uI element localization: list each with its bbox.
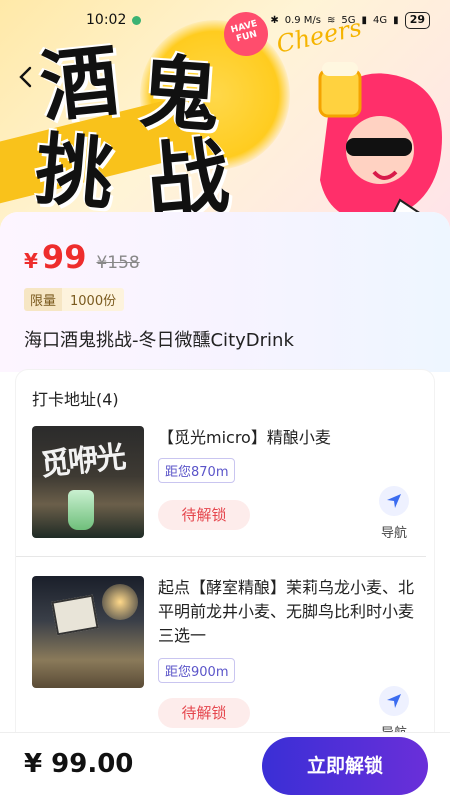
limited-tag: 限量 1000份 — [24, 288, 125, 311]
price-row: ¥99 ¥158 — [24, 238, 140, 276]
locked-status-button[interactable]: 待解锁 — [158, 500, 250, 530]
bluetooth-icon: ✱ — [270, 14, 279, 26]
bottom-bar: ¥ 99.00 立即解锁 — [0, 732, 450, 800]
network-speed: 0.9 M/s — [284, 14, 322, 26]
navigate-button[interactable]: 导航 — [374, 486, 414, 541]
total-price: ¥ 99.00 — [24, 749, 134, 779]
venue-light-glow — [102, 584, 138, 620]
navigate-label: 导航 — [380, 526, 407, 541]
navigation-arrow-icon — [379, 486, 409, 516]
venue-sign-board — [51, 594, 99, 636]
battery-indicator: 29 — [404, 11, 430, 29]
drink-glass-shape — [68, 490, 94, 530]
hero-title-char: 挑 — [31, 123, 118, 222]
wifi-icon: ≋ — [327, 14, 336, 26]
tag-limited-label: 限量 — [24, 288, 63, 311]
current-price: ¥99 — [24, 238, 86, 276]
distance-badge: 距您900m — [158, 658, 236, 683]
status-app-dot-icon — [132, 15, 142, 25]
checkin-item[interactable]: 起点【酵室精酿】茉莉乌龙小麦、北平明前龙井小麦、无脚鸟比利时小麦三选一 距您90… — [32, 576, 428, 732]
back-button[interactable] — [12, 62, 38, 92]
venue-name: 起点【酵室精酿】茉莉乌龙小麦、北平明前龙井小麦、无脚鸟比利时小麦三选一 — [158, 578, 415, 645]
status-bar: 10:02 ✱ 0.9 M/s ≋ 5G ▮ 4G ▮ 29 — [0, 0, 450, 40]
item-divider — [16, 556, 426, 557]
signal-bars-icon: ▮ — [361, 14, 368, 26]
original-price: ¥158 — [96, 253, 140, 273]
checkin-item[interactable]: 觅咿光 【觅光micro】精酿小麦 距您870m 待解锁 导航 — [32, 426, 428, 546]
status-time: 10:02 — [86, 12, 127, 28]
venue-photo — [32, 576, 144, 688]
navigate-label: 导航 — [374, 722, 414, 732]
checkin-card: 打卡地址(4) 觅咿光 【觅光micro】精酿小麦 距您870m 待解锁 导航 — [16, 370, 434, 732]
distance-badge: 距您870m — [158, 458, 236, 483]
unlock-now-button[interactable]: 立即解锁 — [262, 737, 428, 795]
offer-title: 海口酒鬼挑战-冬日微醺CityDrink — [24, 330, 294, 351]
currency-symbol: ¥ — [24, 249, 38, 273]
venue-photo-sign: 觅咿光 — [38, 439, 126, 484]
signal-bars-icon: ▮ — [393, 14, 399, 26]
checkin-header: 打卡地址(4) — [32, 390, 119, 409]
offer-sheet: ¥99 ¥158 限量 1000份 海口酒鬼挑战-冬日微醺CityDrink 打… — [0, 212, 450, 732]
signal-4g: 4G — [373, 14, 388, 26]
locked-status-button[interactable]: 待解锁 — [158, 698, 250, 728]
navigate-button[interactable]: 导航 — [374, 686, 414, 732]
price-value: 99 — [41, 238, 87, 276]
tag-quantity: 1000份 — [62, 288, 125, 311]
venue-name: 【觅光micro】精酿小麦 — [158, 428, 331, 447]
signal-5g: 5G — [341, 14, 356, 26]
navigation-arrow-icon — [379, 686, 409, 716]
venue-photo: 觅咿光 — [32, 426, 144, 538]
chevron-left-icon — [19, 66, 32, 88]
